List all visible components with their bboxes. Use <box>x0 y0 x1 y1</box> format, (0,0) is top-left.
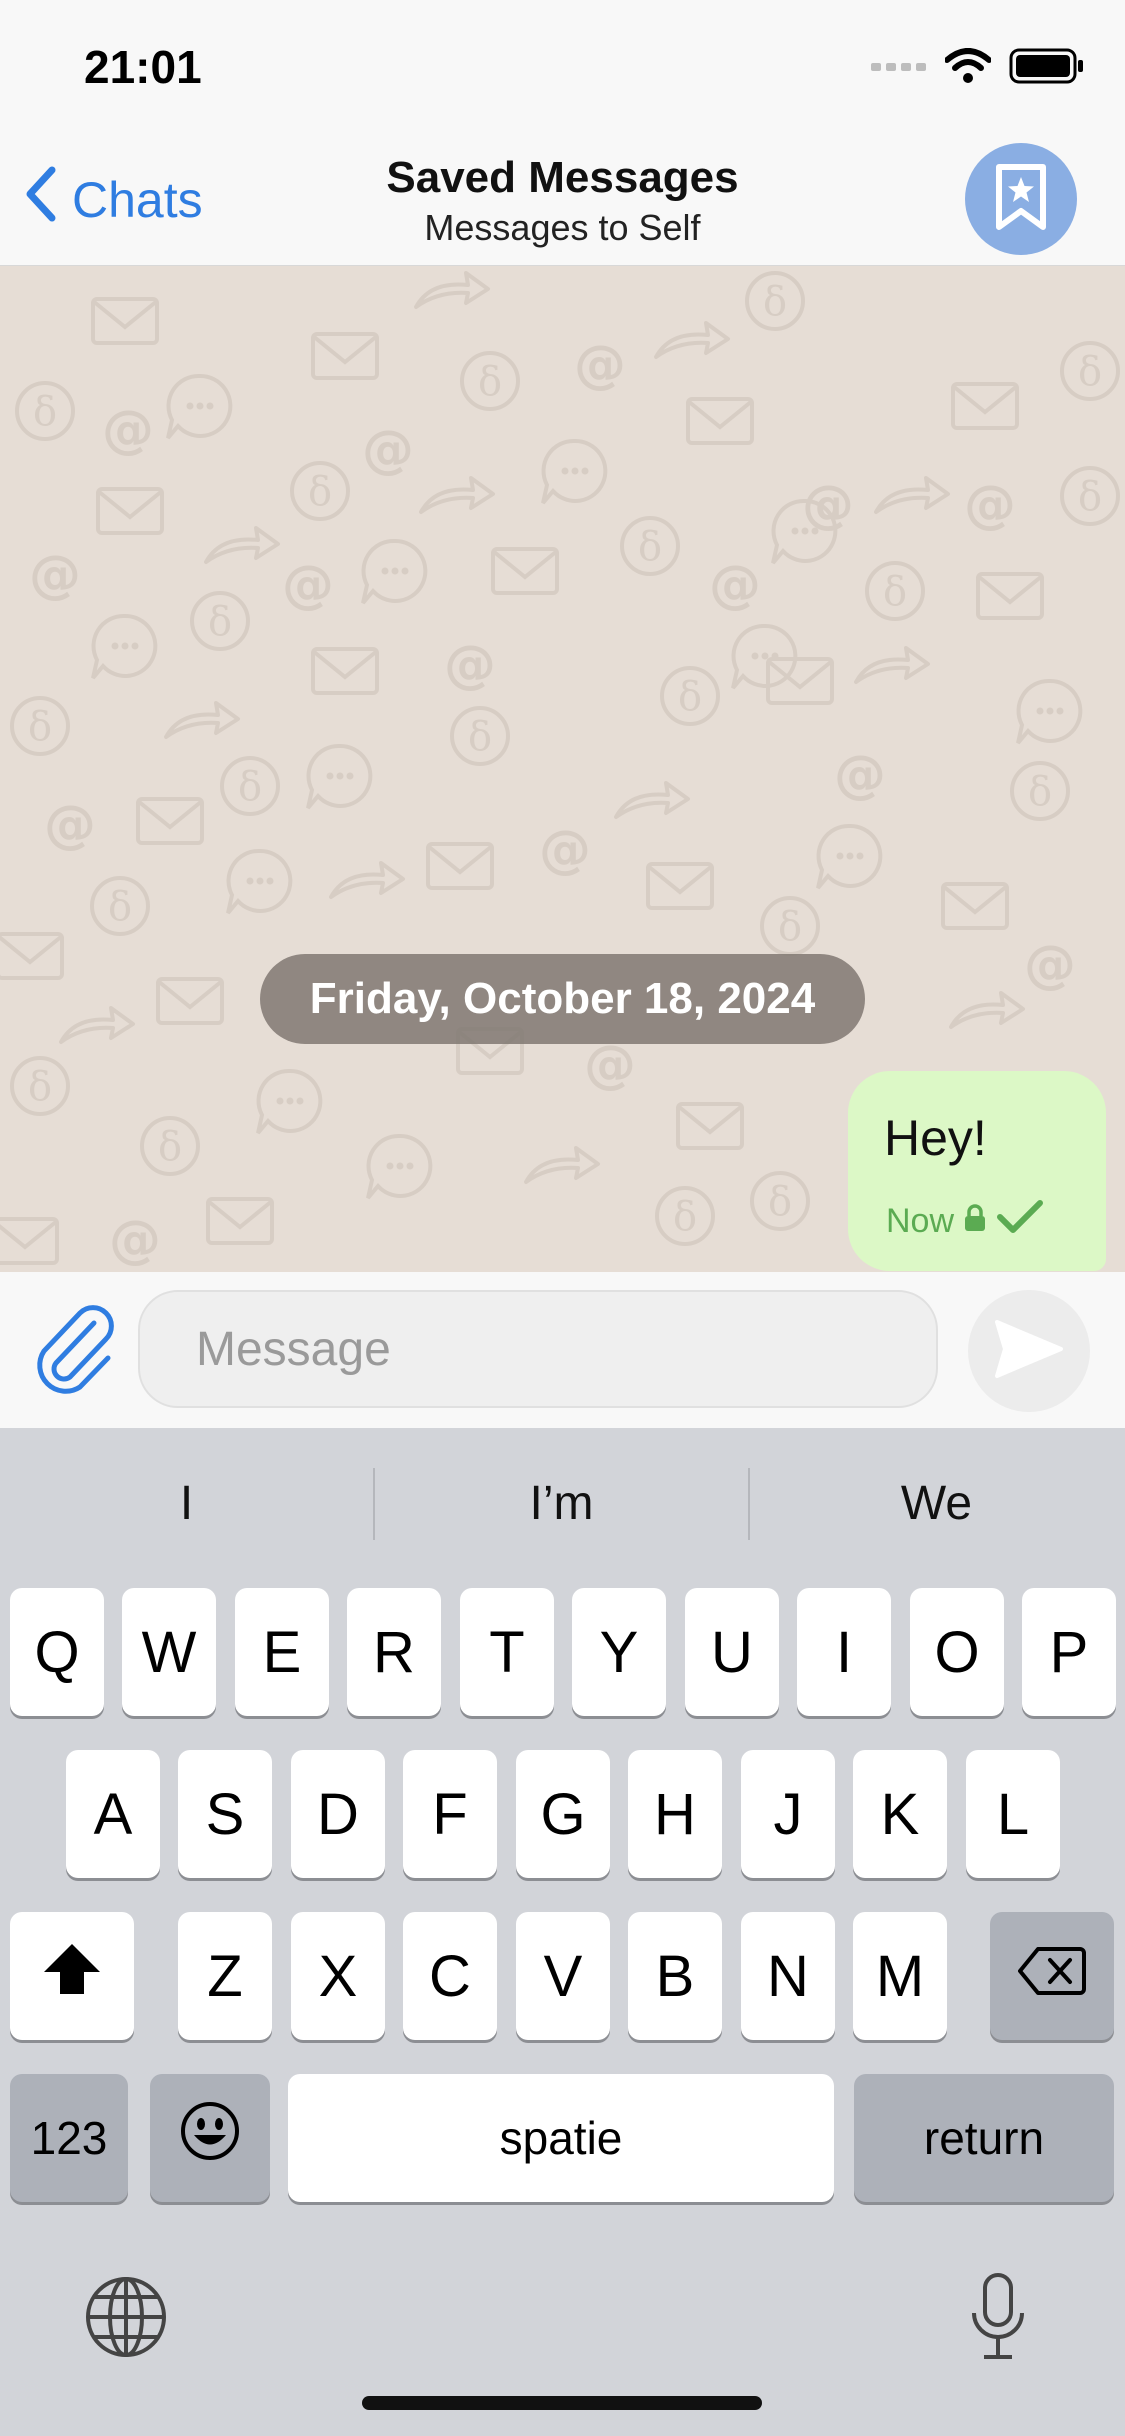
wifi-icon <box>944 48 992 89</box>
message-time: Now <box>886 1202 955 1240</box>
key-z[interactable]: Z <box>178 1912 272 2040</box>
lock-icon <box>964 1202 986 1241</box>
key-x[interactable]: X <box>291 1912 385 2040</box>
chat-subtitle: Messages to Self <box>424 207 701 248</box>
home-indicator <box>362 2396 762 2410</box>
message-text: Hey! <box>884 1110 987 1166</box>
key-c[interactable]: C <box>403 1912 497 2040</box>
key-q[interactable]: Q <box>10 1588 104 1716</box>
key-s[interactable]: S <box>178 1750 272 1878</box>
battery-icon <box>1009 48 1085 89</box>
key-m[interactable]: M <box>853 1912 947 2040</box>
key-k[interactable]: K <box>853 1750 947 1878</box>
signal-icon <box>871 59 927 78</box>
keyboard-bottom-tools <box>0 2235 1125 2359</box>
key-f[interactable]: F <box>403 1750 497 1878</box>
shift-icon <box>40 1940 104 2012</box>
key-t[interactable]: T <box>460 1588 554 1716</box>
key-j[interactable]: J <box>741 1750 835 1878</box>
message-composer <box>0 1272 1125 1428</box>
checkmark-icon <box>996 1199 1044 1244</box>
key-r[interactable]: R <box>347 1588 441 1716</box>
key-y[interactable]: Y <box>572 1588 666 1716</box>
suggestion-item[interactable]: I <box>0 1428 373 1578</box>
attach-button[interactable] <box>30 1302 120 1398</box>
status-bar: 21:01 <box>0 0 1125 135</box>
key-w[interactable]: W <box>122 1588 216 1716</box>
message-input[interactable] <box>138 1290 938 1408</box>
message-bubble-outgoing[interactable]: Hey! Now <box>848 1071 1106 1271</box>
shift-key[interactable] <box>10 1912 134 2040</box>
paperclip-icon <box>32 1301 118 1400</box>
key-b[interactable]: B <box>628 1912 722 2040</box>
emoji-key[interactable] <box>150 2074 270 2202</box>
key-o[interactable]: O <box>910 1588 1004 1716</box>
nav-bar: Chats Saved Messages Messages to Self <box>0 135 1125 267</box>
suggestion-item[interactable]: We <box>750 1428 1123 1578</box>
key-h[interactable]: H <box>628 1750 722 1878</box>
key-d[interactable]: D <box>291 1750 385 1878</box>
key-l[interactable]: L <box>966 1750 1060 1878</box>
key-u[interactable]: U <box>685 1588 779 1716</box>
status-time: 21:01 <box>84 41 202 93</box>
suggestion-item[interactable]: I’m <box>375 1428 748 1578</box>
key-n[interactable]: N <box>741 1912 835 2040</box>
message-meta: Now <box>886 1199 1044 1244</box>
space-key[interactable]: spatie <box>288 2074 834 2202</box>
return-key[interactable]: return <box>854 2074 1114 2202</box>
key-p[interactable]: P <box>1022 1588 1116 1716</box>
key-a[interactable]: A <box>66 1750 160 1878</box>
send-button[interactable] <box>968 1290 1090 1412</box>
emoji-icon <box>179 2100 241 2176</box>
key-g[interactable]: G <box>516 1750 610 1878</box>
key-i[interactable]: I <box>797 1588 891 1716</box>
date-separator: Friday, October 18, 2024 <box>260 954 865 1044</box>
chat-area: @ δ <box>0 266 1125 1272</box>
backspace-icon <box>1018 1943 1086 2010</box>
key-v[interactable]: V <box>516 1912 610 2040</box>
key-e[interactable]: E <box>235 1588 329 1716</box>
numbers-key[interactable]: 123 <box>10 2074 128 2202</box>
suggestion-bar: I I’m We <box>0 1428 1125 1578</box>
backspace-key[interactable] <box>990 1912 1114 2040</box>
chat-title: Saved Messages <box>386 153 739 202</box>
status-icons <box>871 48 1085 89</box>
send-icon <box>993 1318 1065 1385</box>
saved-messages-avatar[interactable] <box>965 143 1077 255</box>
bookmark-icon <box>995 163 1047 236</box>
